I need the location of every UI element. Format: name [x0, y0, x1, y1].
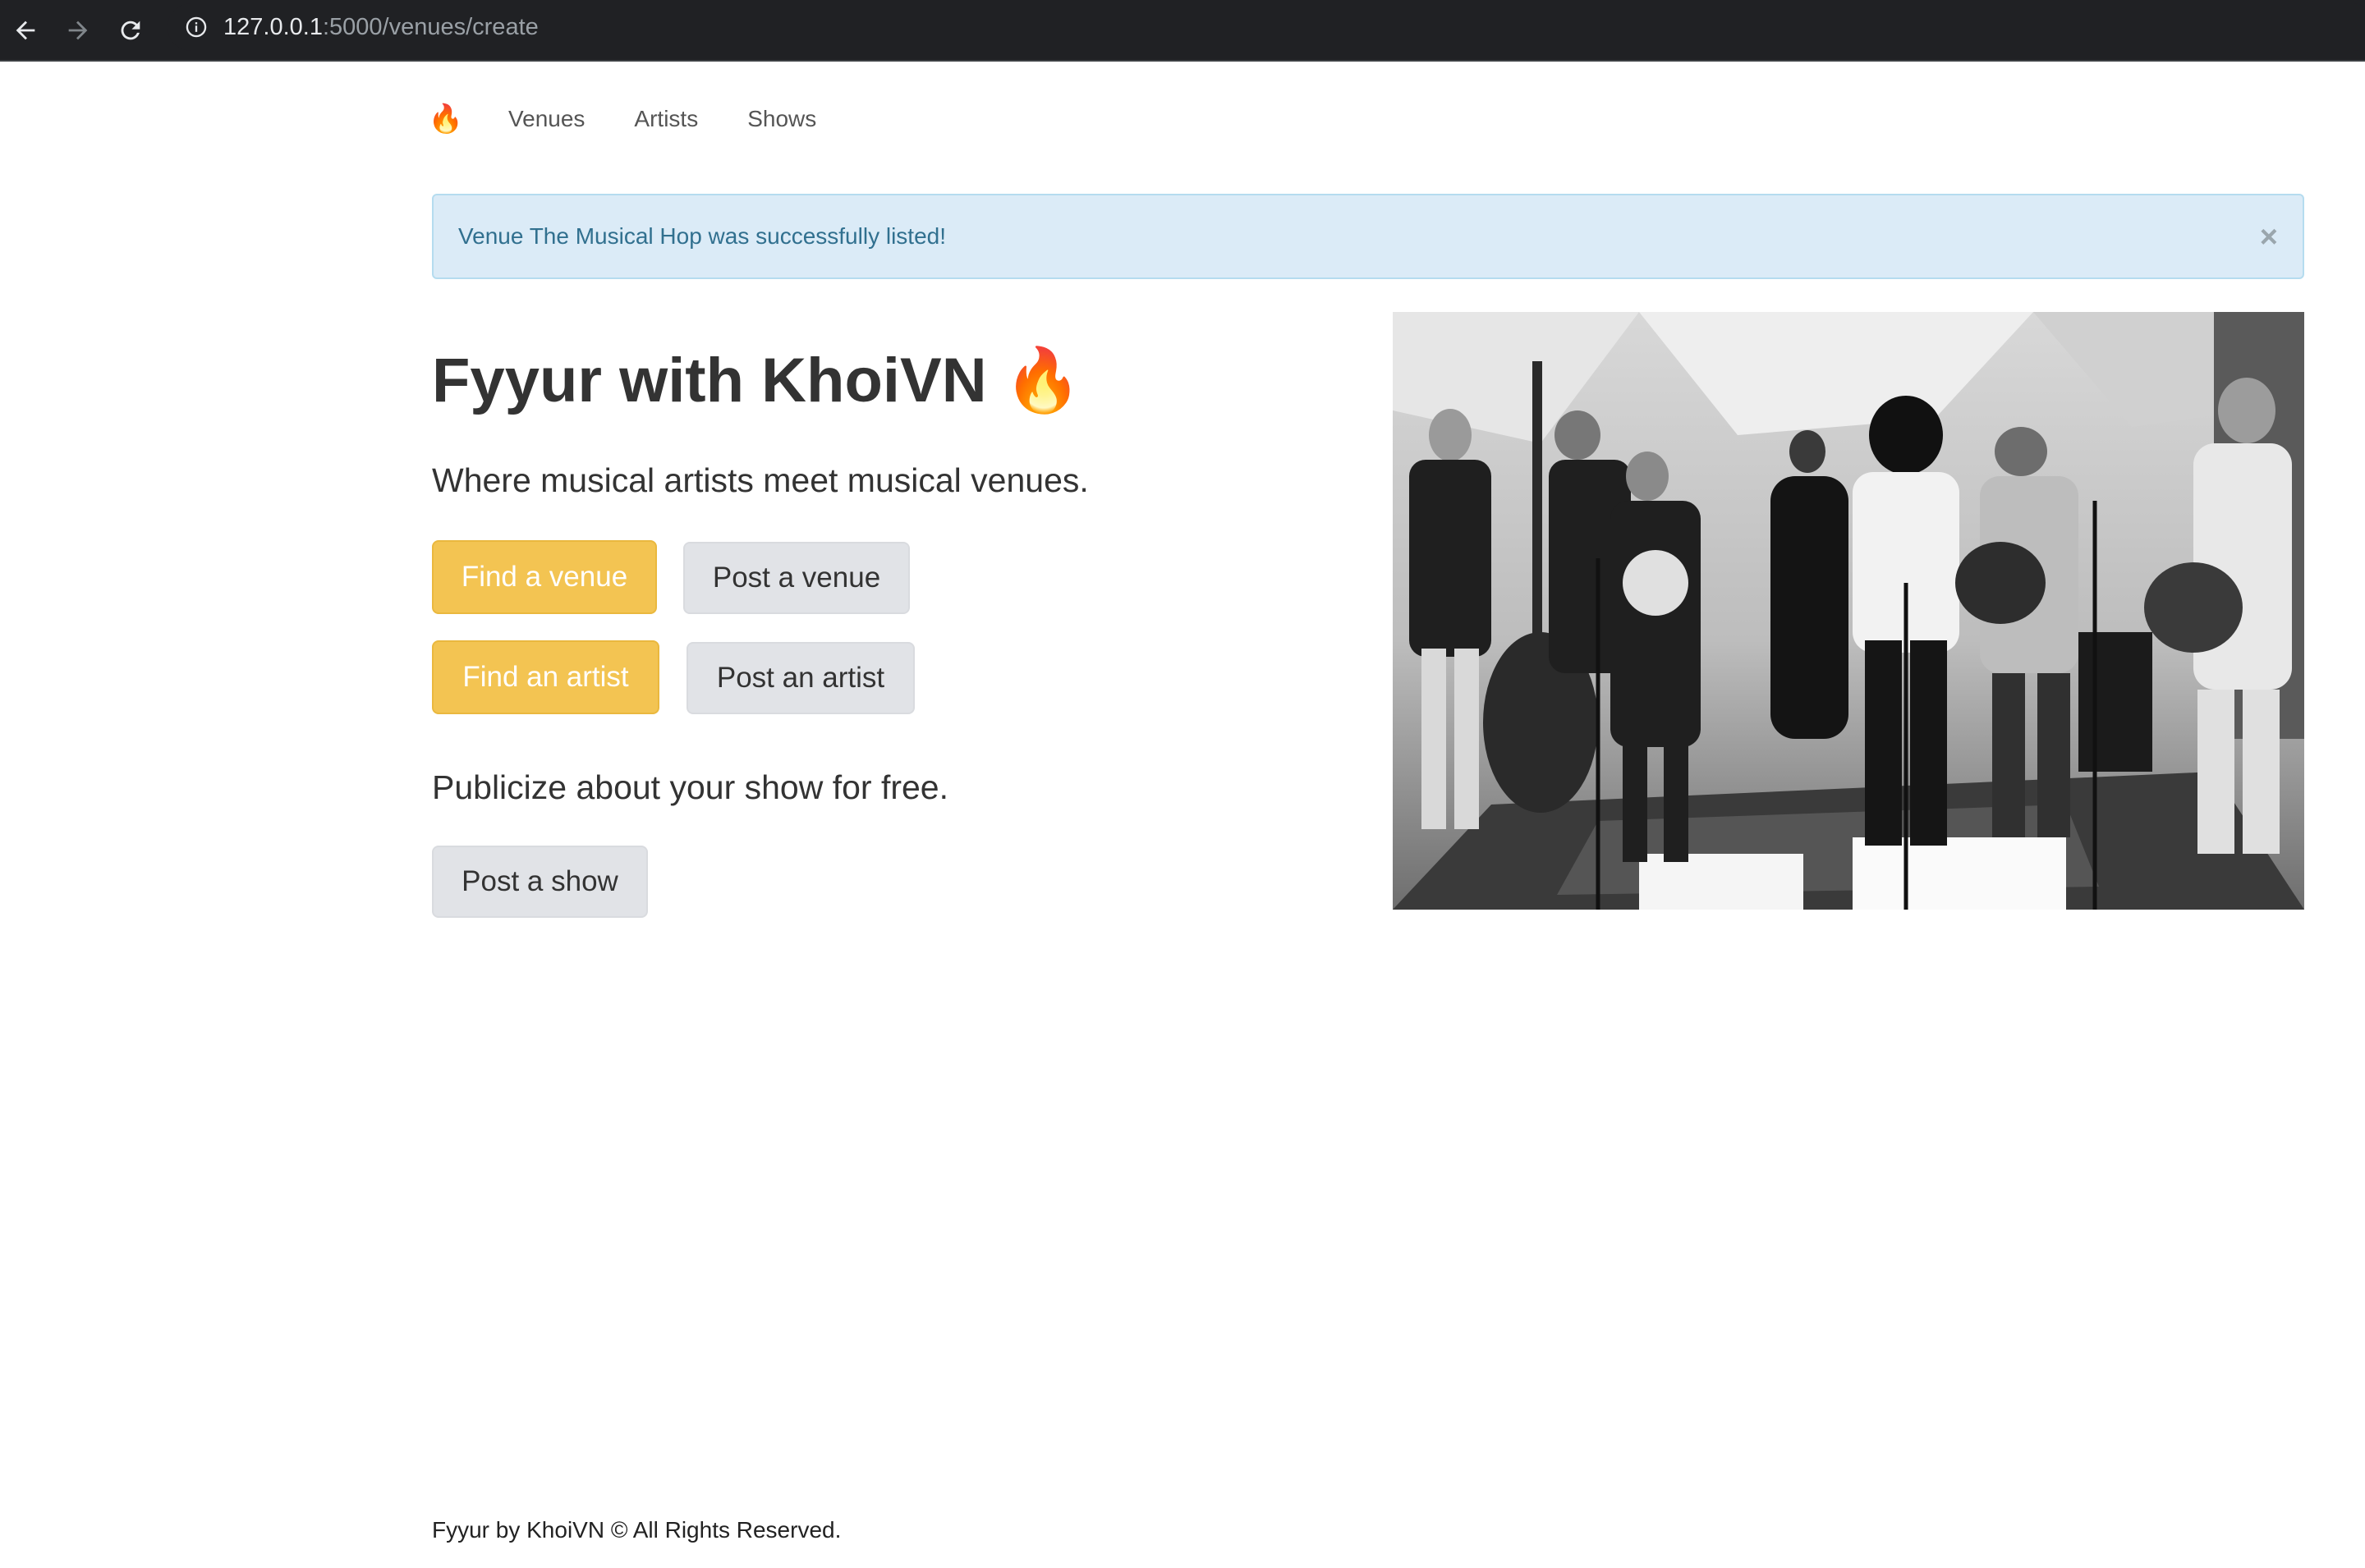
hero-photo [1393, 312, 2304, 910]
close-icon[interactable]: × [2260, 222, 2278, 253]
post-artist-button[interactable]: Post an artist [687, 642, 915, 714]
tagline-secondary: Publicize about your show for free. [432, 768, 948, 806]
url-path: :5000/venues/create [322, 13, 539, 40]
forward-button[interactable] [57, 10, 99, 51]
reload-button[interactable] [110, 10, 151, 51]
nav-link-venues[interactable]: Venues [508, 106, 585, 132]
alert-message: Venue The Musical Hop was successfully l… [458, 223, 946, 249]
arrow-left-icon [16, 21, 35, 40]
browser-toolbar: 127.0.0.1:5000/venues/create [0, 0, 2365, 62]
nav-link-artists[interactable]: Artists [634, 106, 698, 132]
post-venue-button[interactable]: Post a venue [683, 542, 910, 614]
arrow-right-icon [68, 21, 88, 40]
success-alert: Venue The Musical Hop was successfully l… [432, 194, 2304, 279]
site-navbar: 🔥 Venues Artists Shows [429, 99, 866, 140]
reload-icon [121, 21, 140, 40]
post-show-button[interactable]: Post a show [432, 846, 648, 918]
footer-text: Fyyur by KhoiVN © All Rights Reserved. [432, 1517, 842, 1543]
tagline: Where musical artists meet musical venue… [432, 461, 1089, 499]
nav-link-shows[interactable]: Shows [747, 106, 816, 132]
find-venue-button[interactable]: Find a venue [432, 540, 657, 614]
url-text: 127.0.0.1:5000/venues/create [223, 14, 539, 41]
address-bar[interactable]: 127.0.0.1:5000/venues/create [168, 3, 2365, 51]
page-title: Fyyur with KhoiVN 🔥 [432, 346, 1082, 415]
back-button[interactable] [5, 10, 46, 51]
brand-logo[interactable]: 🔥 [429, 103, 463, 135]
find-artist-button[interactable]: Find an artist [432, 640, 659, 714]
info-icon[interactable] [184, 15, 209, 39]
url-host: 127.0.0.1 [223, 13, 323, 40]
